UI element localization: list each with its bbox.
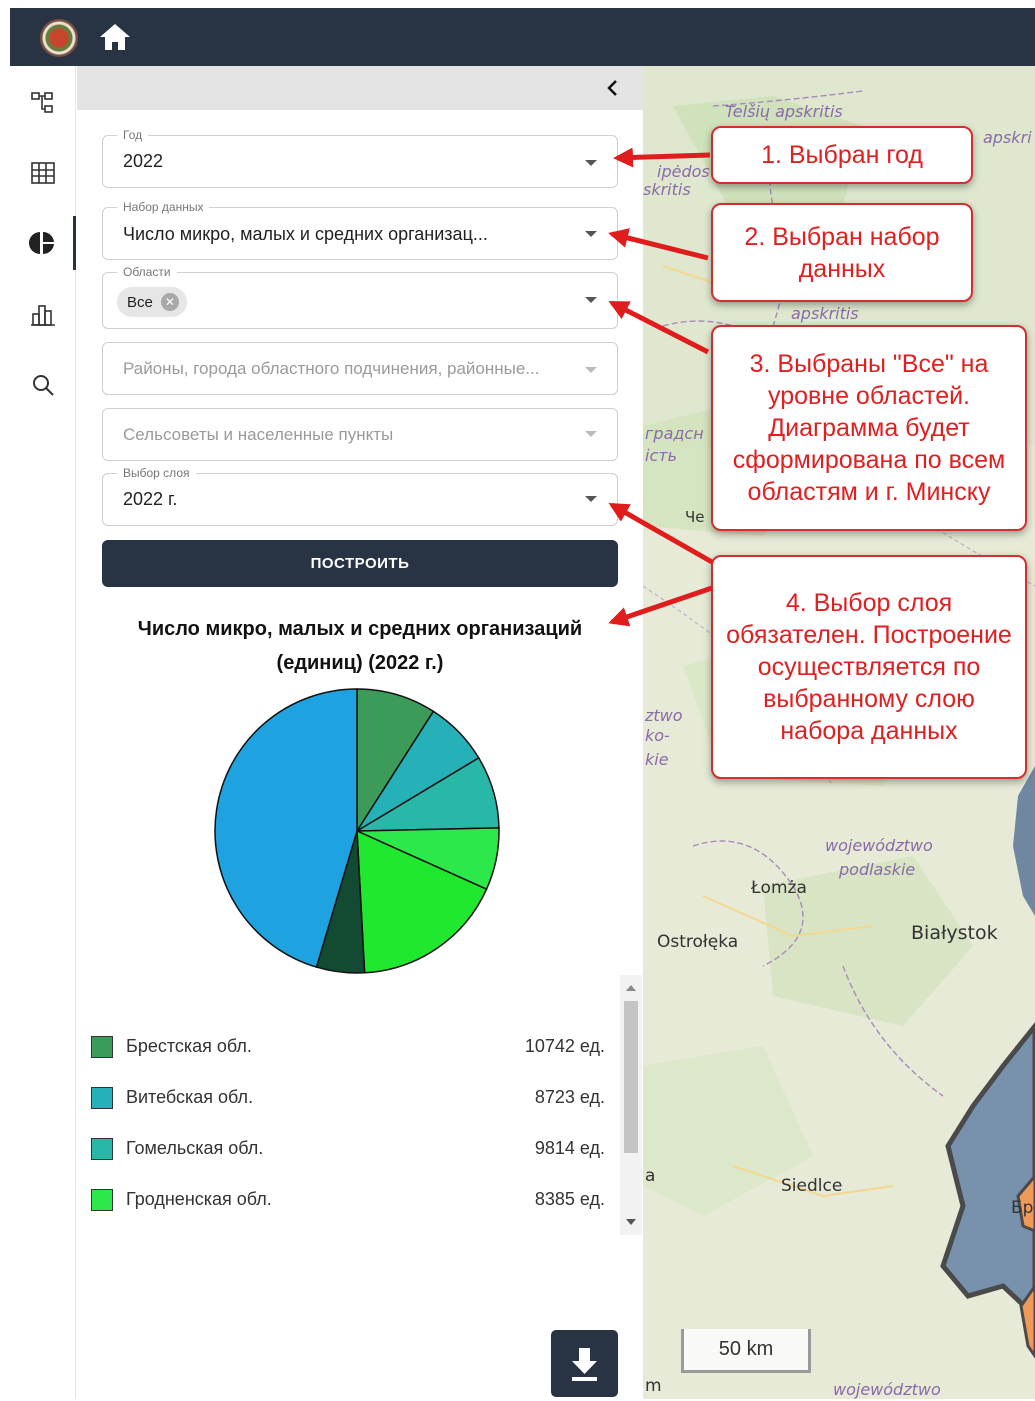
chevron-down-icon[interactable]: [585, 231, 597, 237]
chart-legend: Брестская обл. 10742 ед. Витебская обл. 872…: [77, 971, 643, 1236]
annotation-4: 4. Выбор слоя обязателен. Построение осу…: [711, 555, 1027, 779]
bar-chart-icon[interactable]: [10, 288, 76, 342]
chevron-down-icon[interactable]: [585, 367, 597, 373]
map-label: Че: [685, 508, 705, 526]
map-label: Telšių apskritis: [725, 102, 843, 121]
legend-scrollbar[interactable]: [620, 975, 642, 1235]
councils-placeholder: Сельсоветы и населенные пункты: [123, 425, 394, 444]
layer-label: Выбор слоя: [117, 466, 196, 480]
pie-chart: [214, 688, 500, 974]
home-icon[interactable]: [98, 22, 132, 52]
chevron-down-icon[interactable]: [585, 160, 597, 166]
map-label: ko-: [645, 726, 670, 745]
map-label: kie: [645, 750, 669, 769]
map-label: województwo: [825, 836, 933, 855]
panel-header: [77, 66, 643, 110]
legend-swatch: [91, 1087, 113, 1109]
year-label: Год: [117, 128, 149, 142]
build-button[interactable]: ПОСТРОИТЬ: [102, 540, 618, 587]
side-rail: [10, 66, 76, 1399]
regions-label: Области: [117, 265, 177, 279]
map-label: skritis: [643, 180, 691, 199]
layer-select[interactable]: Выбор слоя 2022 г.: [102, 466, 618, 526]
legend-item: Брестская обл. 10742 ед.: [91, 1033, 605, 1063]
tree-icon[interactable]: [10, 76, 76, 130]
region-chip[interactable]: Все ✕: [117, 287, 187, 317]
districts-select[interactable]: Районы, города областного подчинения, ра…: [102, 342, 618, 395]
top-bar: [10, 8, 1035, 66]
city-label: Siedlce: [781, 1176, 843, 1196]
map-label: ztwo: [645, 706, 683, 725]
map-label: a: [645, 1166, 656, 1186]
legend-item: Витебская обл. 8723 ед.: [91, 1084, 605, 1114]
legend-swatch: [91, 1036, 113, 1058]
legend-item: Гродненская обл. 8385 ед.: [91, 1186, 605, 1216]
map-scale: 50 km: [681, 1329, 811, 1373]
map-label: apskri: [983, 128, 1032, 147]
scroll-thumb[interactable]: [624, 1001, 638, 1153]
annotation-2: 2. Выбран набор данных: [711, 203, 973, 302]
app-logo[interactable]: [40, 19, 78, 57]
layer-value: 2022 г.: [123, 489, 178, 509]
scroll-up-icon[interactable]: [626, 985, 636, 991]
chevron-left-icon[interactable]: [603, 78, 623, 98]
legend-value: 8385 ед.: [534, 1189, 605, 1209]
dataset-select[interactable]: Набор данных Число микро, малых и средни…: [102, 200, 618, 260]
legend-label: Гомельская обл.: [126, 1138, 264, 1158]
dataset-label: Набор данных: [117, 200, 210, 214]
year-value: 2022: [123, 151, 164, 171]
region-chip-label: Все: [127, 293, 153, 311]
dataset-value: Число микро, малых и средних организац..…: [123, 224, 488, 244]
close-icon[interactable]: ✕: [160, 293, 179, 311]
regions-select[interactable]: Области Все ✕: [102, 265, 618, 329]
chart-panel: Год 2022 Набор данных Число микро, малых…: [77, 66, 643, 1399]
councils-select[interactable]: Сельсоветы и населенные пункты: [102, 408, 618, 461]
map-label: ipėdos: [657, 162, 710, 181]
chevron-down-icon[interactable]: [585, 297, 597, 303]
legend-value: 9814 ед.: [534, 1138, 605, 1158]
chevron-down-icon[interactable]: [585, 496, 597, 502]
legend-item: Гомельская обл. 9814 ед.: [91, 1135, 605, 1165]
legend-swatch: [91, 1189, 113, 1211]
city-label: Łomża: [751, 878, 807, 898]
map-label: podlaskie: [839, 860, 916, 879]
map-label: градсн: [645, 424, 704, 443]
annotation-1: 1. Выбран год: [711, 126, 973, 184]
scroll-down-icon[interactable]: [626, 1219, 636, 1225]
legend-value: 8723 ед.: [534, 1087, 605, 1107]
city-label: Ostrołęka: [657, 932, 739, 952]
map-label: apskritis: [791, 304, 859, 323]
legend-label: Брестская обл.: [126, 1036, 252, 1056]
map-label: m: [645, 1376, 662, 1396]
chevron-down-icon[interactable]: [585, 431, 597, 437]
districts-placeholder: Районы, города областного подчинения, ра…: [123, 359, 540, 378]
legend-swatch: [91, 1138, 113, 1160]
pie-chart-icon[interactable]: [10, 216, 76, 270]
map-label: ість: [645, 446, 677, 465]
city-label: Białystok: [911, 922, 998, 944]
table-icon[interactable]: [10, 146, 76, 200]
year-select[interactable]: Год 2022: [102, 128, 618, 188]
download-button[interactable]: [551, 1330, 618, 1397]
search-icon[interactable]: [10, 358, 76, 412]
download-icon: [572, 1348, 597, 1381]
legend-label: Гродненская обл.: [126, 1189, 272, 1209]
map-label: województwo: [833, 1380, 941, 1399]
annotation-3: 3. Выбраны "Все" на уровне областей. Диа…: [711, 325, 1027, 531]
legend-label: Витебская обл.: [126, 1087, 254, 1107]
chart-title: Число микро, малых и средних организаций…: [137, 618, 583, 674]
city-label: Бр: [1011, 1198, 1034, 1218]
legend-value: 10742 ед.: [524, 1036, 605, 1056]
